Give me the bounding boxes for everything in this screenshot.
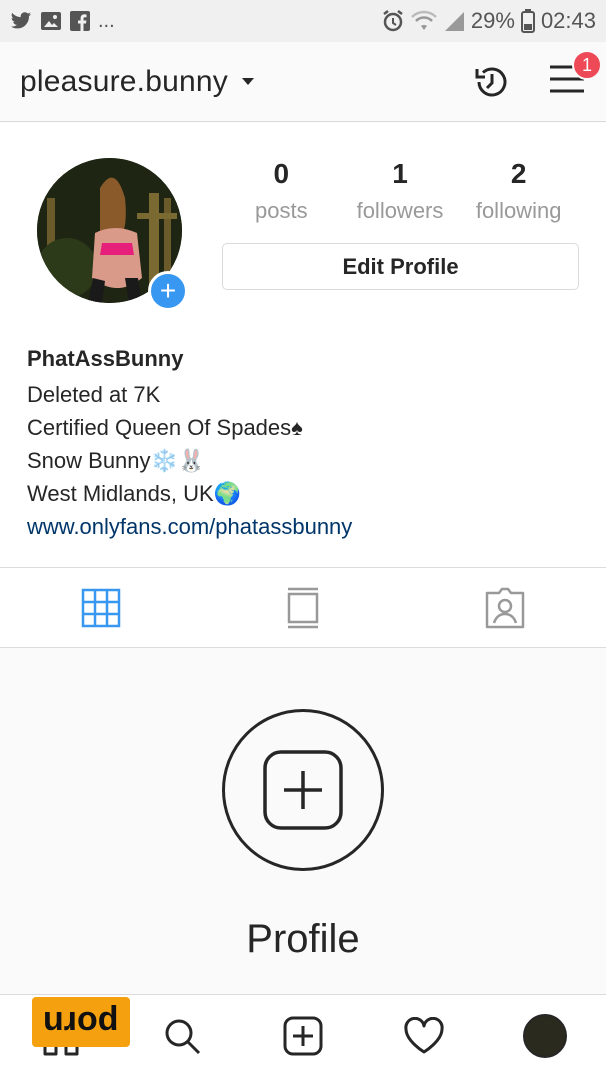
add-first-post-button[interactable] xyxy=(222,709,384,871)
tab-grid[interactable] xyxy=(0,568,202,647)
battery-icon xyxy=(520,9,535,33)
status-bar: ... 29% 02:43 xyxy=(0,0,606,42)
tab-tagged[interactable] xyxy=(404,568,606,647)
stat-value: 2 xyxy=(510,158,527,189)
signal-icon xyxy=(443,10,465,32)
profile-section: + 0 posts 1 followers 2 following Edit P… xyxy=(0,123,606,568)
notification-badge: 1 xyxy=(572,50,602,80)
history-icon[interactable] xyxy=(472,62,512,102)
nav-add[interactable] xyxy=(242,1016,363,1056)
feed-icon xyxy=(287,587,319,628)
nav-profile[interactable] xyxy=(485,1014,606,1058)
profile-header: pleasure.bunny 1 xyxy=(0,42,606,122)
display-name: PhatAssBunny xyxy=(27,346,184,371)
stat-value: 1 xyxy=(392,158,408,189)
tab-feed[interactable] xyxy=(202,568,404,647)
nav-search[interactable] xyxy=(121,1016,242,1056)
twitter-icon xyxy=(10,11,32,31)
nav-activity[interactable] xyxy=(364,1017,485,1055)
chevron-down-icon[interactable] xyxy=(241,78,254,85)
watermark-text: porn xyxy=(43,1003,119,1042)
edit-profile-button[interactable]: Edit Profile xyxy=(222,243,579,290)
menu-button[interactable]: 1 xyxy=(548,50,602,99)
empty-state: Profile xyxy=(0,649,606,994)
stat-label: posts xyxy=(255,198,308,223)
bio-line: Deleted at 7K xyxy=(27,382,161,407)
account-switcher-username[interactable]: pleasure.bunny xyxy=(20,65,228,99)
wifi-icon xyxy=(411,10,437,32)
bio: PhatAssBunny Deleted at 7K Certified Que… xyxy=(27,346,587,543)
grid-icon xyxy=(81,588,121,627)
stat-value: 0 xyxy=(273,158,290,189)
alarm-icon xyxy=(381,9,405,33)
add-post-icon xyxy=(263,750,343,830)
facebook-icon xyxy=(70,11,90,31)
stat-posts[interactable]: 0 posts xyxy=(222,158,340,224)
clock: 02:43 xyxy=(540,8,596,33)
watermark-logo: porn xyxy=(32,997,130,1047)
bio-line: Certified Queen Of Spades♠ xyxy=(27,415,303,440)
stat-label: following xyxy=(475,198,562,223)
bio-website-link[interactable]: www.onlyfans.com/phatassbunny xyxy=(27,510,587,543)
stat-following[interactable]: 2 following xyxy=(460,158,578,224)
plus-icon: + xyxy=(159,275,177,306)
profile-avatar xyxy=(523,1014,568,1058)
gallery-icon xyxy=(40,11,62,31)
search-icon xyxy=(165,1019,200,1055)
tagged-icon xyxy=(485,587,525,628)
add-icon xyxy=(283,1016,323,1056)
add-story-button[interactable]: + xyxy=(148,271,188,311)
status-more: ... xyxy=(98,9,115,32)
stat-label: followers xyxy=(356,198,444,223)
empty-state-title: Profile xyxy=(246,917,360,961)
heart-icon xyxy=(404,1017,444,1054)
stat-followers[interactable]: 1 followers xyxy=(341,158,459,224)
battery-percent: 29% xyxy=(470,8,515,33)
bio-line: West Midlands, UK🌍 xyxy=(27,481,242,506)
profile-tabs xyxy=(0,568,606,648)
bio-line: Snow Bunny❄️🐰 xyxy=(27,448,206,473)
profile-stats: 0 posts 1 followers 2 following xyxy=(222,158,578,224)
